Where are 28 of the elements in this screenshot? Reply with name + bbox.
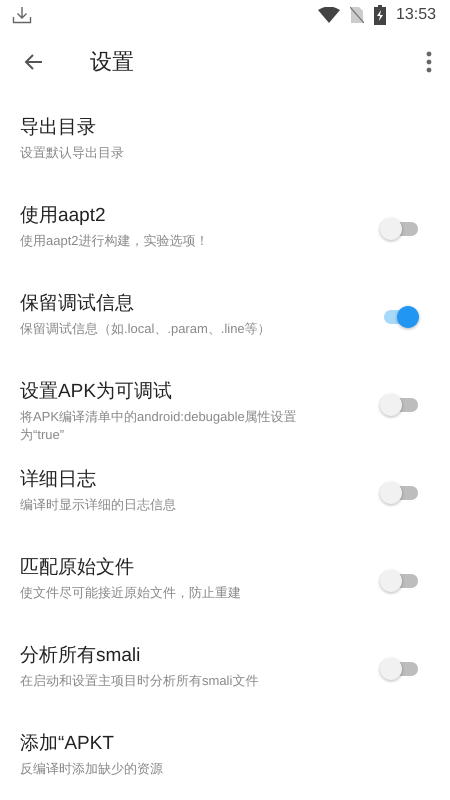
- setting-title: 导出目录: [20, 116, 97, 140]
- setting-title: 使用aapt2: [20, 204, 107, 228]
- setting-summary: 使文件尽可能接近原始文件，防止重建: [20, 584, 242, 602]
- setting-title: 匹配原始文件: [20, 556, 135, 580]
- toggle-switch[interactable]: [380, 656, 420, 682]
- battery-charging-icon: [374, 5, 386, 26]
- status-time: 13:53: [396, 6, 436, 24]
- toggle-switch[interactable]: [380, 480, 420, 506]
- setting-summary: 反编译时添加缺少的资源: [20, 760, 164, 778]
- setting-summary: 将APK编译清单中的android:debugable属性设置为“true”: [20, 408, 298, 444]
- setting-title: 详细日志: [20, 468, 97, 492]
- setting-summary: 在启动和设置主项目时分析所有smali文件: [20, 672, 260, 690]
- setting-summary: 设置默认导出目录: [20, 144, 125, 162]
- toggle-switch[interactable]: [380, 392, 420, 418]
- setting-summary: 使用aapt2进行构建，实验选项！: [20, 232, 210, 250]
- toggle-switch[interactable]: [380, 216, 420, 242]
- more-menu-icon[interactable]: [426, 51, 432, 74]
- setting-title: 设置APK为可调试: [20, 380, 174, 404]
- setting-title: 分析所有smali: [20, 644, 142, 668]
- setting-title: 保留调试信息: [20, 292, 135, 316]
- toggle-switch[interactable]: [380, 568, 420, 594]
- wifi-icon: [318, 7, 340, 24]
- download-icon: [12, 6, 32, 24]
- setting-summary: 编译时显示详细的日志信息: [20, 496, 177, 514]
- screen-title: 设置: [90, 49, 134, 78]
- setting-summary: 保留调试信息（如.local、.param、.line等）: [20, 320, 272, 338]
- setting-title: 添加“APKT: [20, 732, 115, 756]
- no-sim-icon: [350, 6, 364, 24]
